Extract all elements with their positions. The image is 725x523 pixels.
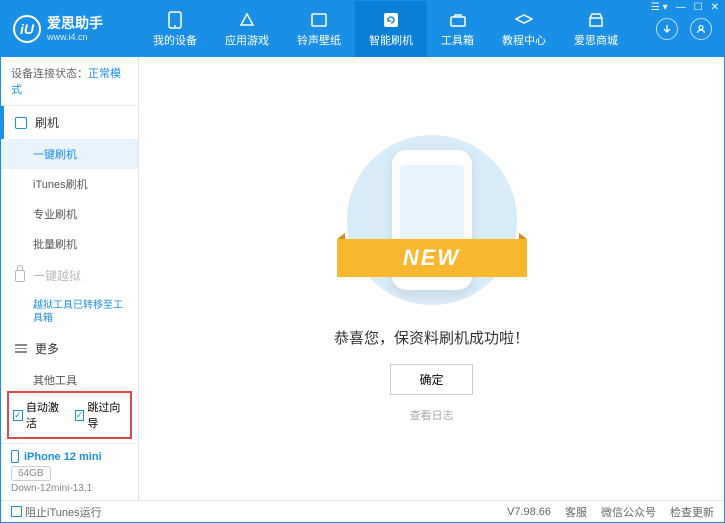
sidebar-header-label: 更多 <box>35 340 59 357</box>
checkbox-skip-guide[interactable]: ✓ 跳过向导 <box>75 399 127 431</box>
storage-badge: 64GB <box>11 466 51 481</box>
device-name-label: iPhone 12 mini <box>24 451 102 463</box>
success-illustration: NEW <box>347 135 517 305</box>
lock-icon <box>15 270 25 282</box>
checkbox-icon: ✓ <box>11 506 22 517</box>
nav-label: 教程中心 <box>502 32 546 48</box>
sidebar-item-itunes-flash[interactable]: iTunes刷机 <box>1 169 138 199</box>
nav-label: 我的设备 <box>153 32 197 48</box>
checkbox-block-itunes[interactable]: ✓ 阻止iTunes运行 <box>11 504 102 520</box>
sidebar-jailbreak-header[interactable]: 一键越狱 <box>1 259 138 292</box>
nav-label: 爱思商城 <box>574 32 618 48</box>
store-icon <box>587 11 605 29</box>
logo-area: iU 爱思助手 www.i4.cn <box>1 1 139 57</box>
window-controls: ☰ ▾ — ☐ ✕ <box>651 2 719 13</box>
user-button[interactable] <box>690 18 712 40</box>
maximize-button[interactable]: ☐ <box>694 2 703 13</box>
nav-toolbox[interactable]: 工具箱 <box>427 1 488 57</box>
close-button[interactable]: ✕ <box>711 2 719 13</box>
nav-label: 应用游戏 <box>225 32 269 48</box>
menu-icon <box>15 344 27 353</box>
nav-ringtone-wallpaper[interactable]: 铃声壁纸 <box>283 1 355 57</box>
support-link[interactable]: 客服 <box>565 504 587 520</box>
nav-my-device[interactable]: 我的设备 <box>139 1 211 57</box>
sidebar-item-pro-flash[interactable]: 专业刷机 <box>1 199 138 229</box>
sidebar-more-header[interactable]: 更多 <box>1 332 138 365</box>
phone-icon <box>166 11 184 29</box>
phone-icon <box>11 450 19 463</box>
nav-tutorial[interactable]: 教程中心 <box>488 1 560 57</box>
sidebar-jailbreak-note[interactable]: 越狱工具已转移至工具箱 <box>1 292 138 332</box>
checkbox-icon: ✓ <box>13 410 23 421</box>
main-content: NEW 恭喜您，保资料刷机成功啦！ 确定 查看日志 <box>139 57 724 500</box>
connection-status: 设备连接状态：正常模式 <box>1 57 138 106</box>
nav-label: 智能刷机 <box>369 32 413 48</box>
app-logo-icon: iU <box>13 15 41 43</box>
wechat-link[interactable]: 微信公众号 <box>601 504 656 520</box>
toolbox-icon <box>449 11 467 29</box>
square-icon <box>15 117 27 129</box>
nav-smart-flash[interactable]: 智能刷机 <box>355 1 427 57</box>
minimize-button[interactable]: — <box>676 2 686 13</box>
ok-button[interactable]: 确定 <box>390 364 472 395</box>
sidebar-flash-header[interactable]: 刷机 <box>1 106 138 139</box>
success-message: 恭喜您，保资料刷机成功啦！ <box>334 327 529 348</box>
nav-store[interactable]: 爱思商城 <box>560 1 632 57</box>
device-info[interactable]: iPhone 12 mini 64GB Down-12mini-13,1 <box>1 443 138 500</box>
refresh-icon <box>382 11 400 29</box>
new-ribbon: NEW <box>337 239 527 277</box>
view-log-link[interactable]: 查看日志 <box>410 407 454 423</box>
app-header: iU 爱思助手 www.i4.cn 我的设备 应用游戏 铃声壁纸 智能刷机 工具… <box>1 1 724 57</box>
app-store-icon <box>238 11 256 29</box>
sidebar-item-other-tools[interactable]: 其他工具 <box>1 365 138 387</box>
checkbox-icon: ✓ <box>75 410 85 421</box>
check-update-link[interactable]: 检查更新 <box>670 504 714 520</box>
nav-label: 铃声壁纸 <box>297 32 341 48</box>
checkbox-auto-activate[interactable]: ✓ 自动激活 <box>13 399 65 431</box>
sidebar-item-batch-flash[interactable]: 批量刷机 <box>1 229 138 259</box>
options-checkbox-row: ✓ 自动激活 ✓ 跳过向导 <box>7 391 132 439</box>
sidebar-header-label: 一键越狱 <box>33 267 81 284</box>
menu-button[interactable]: ☰ ▾ <box>651 2 668 13</box>
media-icon <box>310 11 328 29</box>
sidebar-header-label: 刷机 <box>35 114 59 131</box>
nav-label: 工具箱 <box>441 32 474 48</box>
device-detail: Down-12mini-13,1 <box>11 483 128 494</box>
nav-apps-games[interactable]: 应用游戏 <box>211 1 283 57</box>
status-bar: ✓ 阻止iTunes运行 V7.98.66 客服 微信公众号 检查更新 <box>1 500 724 522</box>
main-nav: 我的设备 应用游戏 铃声壁纸 智能刷机 工具箱 教程中心 爱思商城 <box>139 1 644 57</box>
version-label: V7.98.66 <box>507 506 551 518</box>
app-title: 爱思助手 <box>47 15 103 32</box>
graduation-icon <box>515 11 533 29</box>
download-button[interactable] <box>656 18 678 40</box>
sidebar: 设备连接状态：正常模式 刷机 一键刷机 iTunes刷机 专业刷机 批量刷机 一… <box>1 57 139 500</box>
sidebar-item-oneclick-flash[interactable]: 一键刷机 <box>1 139 138 169</box>
app-subtitle: www.i4.cn <box>47 32 103 43</box>
